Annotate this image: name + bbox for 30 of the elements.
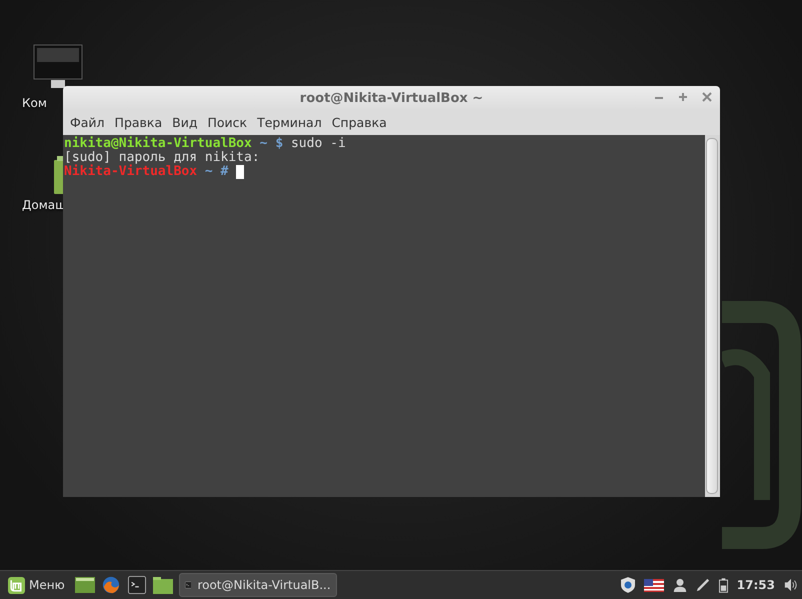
window-title: root@Nikita-VirtualBox ~ (300, 90, 484, 106)
prompt-line: Nikita-VirtualBox ~ # (64, 165, 228, 179)
menu-item[interactable]: Файл (65, 115, 110, 130)
terminal-icon[interactable] (126, 576, 147, 594)
folder-icon[interactable] (152, 576, 173, 594)
desktop-icon[interactable] (74, 576, 95, 594)
flag-icon[interactable] (644, 578, 664, 592)
globe-icon[interactable] (100, 576, 121, 594)
menu-item[interactable]: Терминал (252, 115, 327, 130)
desktop-icon-label[interactable]: Ком (20, 96, 47, 110)
prompt-line: nikita@Nikita-VirtualBox ~ $ sudo -i (64, 137, 346, 151)
battery-icon[interactable] (718, 578, 728, 592)
shield-icon[interactable] (620, 577, 635, 593)
menu-item[interactable]: Правка (110, 115, 168, 130)
menu-item[interactable]: Поиск (202, 115, 252, 130)
menu-item[interactable]: Справка (326, 115, 392, 130)
output-line: [sudo] пароль для nikita: (64, 151, 260, 165)
maximize-icon[interactable] (678, 92, 688, 102)
folder-icon[interactable] (54, 156, 64, 194)
clock[interactable]: 17:53 (736, 578, 775, 592)
menu-item[interactable]: Вид (167, 115, 202, 130)
logo-icon (8, 576, 25, 594)
pen-icon[interactable] (696, 577, 710, 593)
close-icon[interactable] (702, 92, 712, 102)
taskbar-window-button[interactable]: root@Nikita-VirtualB... (178, 573, 337, 597)
user-icon[interactable] (672, 577, 687, 593)
terminal-area[interactable]: nikita@Nikita-VirtualBox ~ $ sudo -i [sudo] пароль для nikita: Nikita-VirtualBox ~ # (63, 135, 705, 497)
scrollbar[interactable] (706, 138, 718, 494)
volume-icon[interactable] (784, 577, 798, 593)
menu-button[interactable]: Меню (4, 576, 69, 594)
